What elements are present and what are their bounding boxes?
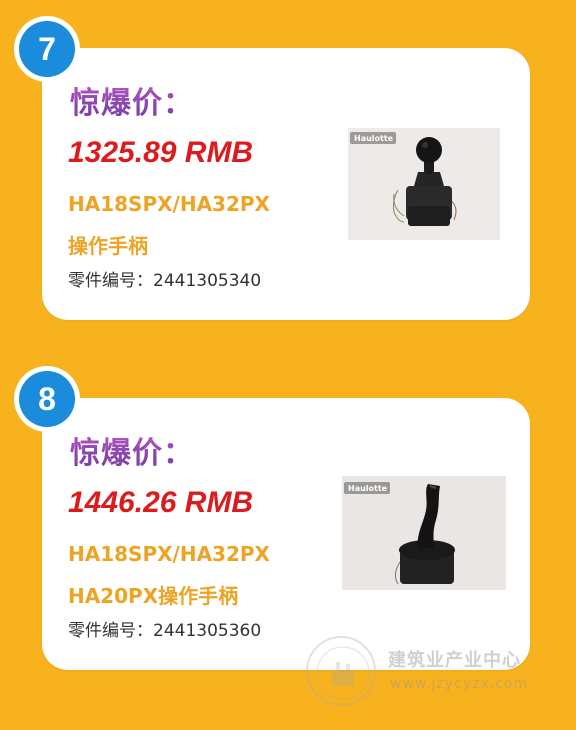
joystick-image: Haulotte bbox=[342, 476, 506, 590]
product-card-8: 惊爆价： 1446.26 RMB HA18SPX/HA32PX HA20PX操作… bbox=[42, 398, 530, 670]
price-label: 惊爆价： bbox=[70, 78, 194, 122]
part-number: 零件编号：2441305360 bbox=[68, 621, 262, 641]
model-line-1: HA18SPX/HA32PX bbox=[68, 542, 270, 566]
model-line-2: 操作手柄 bbox=[68, 234, 148, 258]
part-number: 零件编号：2441305340 bbox=[68, 271, 262, 291]
haulotte-logo: Haulotte bbox=[354, 134, 394, 143]
model-line-2: HA20PX操作手柄 bbox=[68, 584, 239, 608]
model-line-1: HA18SPX/HA32PX bbox=[68, 192, 270, 216]
product-card-7: 惊爆价： 1325.89 RMB HA18SPX/HA32PX 操作手柄 零件编… bbox=[42, 48, 530, 320]
joystick-image: Haulotte bbox=[348, 128, 500, 240]
watermark-name: 建筑业产业中心 bbox=[388, 650, 521, 671]
joystick-photo: Haulotte bbox=[342, 476, 506, 590]
item-number: 8 bbox=[19, 371, 75, 427]
item-number: 7 bbox=[19, 21, 75, 77]
price-label: 惊爆价： bbox=[70, 428, 194, 472]
haulotte-logo: Haulotte bbox=[348, 484, 388, 493]
item-number-badge-7: 7 bbox=[14, 16, 80, 82]
watermark-seal-icon bbox=[306, 636, 376, 706]
item-number-badge-8: 8 bbox=[14, 366, 80, 432]
price-value: 1325.89 RMB bbox=[68, 136, 254, 169]
site-watermark: 建筑业产业中心 www.jzycyzx.com bbox=[306, 636, 546, 706]
watermark-url: www.jzycyzx.com bbox=[390, 676, 529, 692]
joystick-photo: Haulotte bbox=[348, 128, 500, 240]
price-value: 1446.26 RMB bbox=[68, 486, 254, 519]
